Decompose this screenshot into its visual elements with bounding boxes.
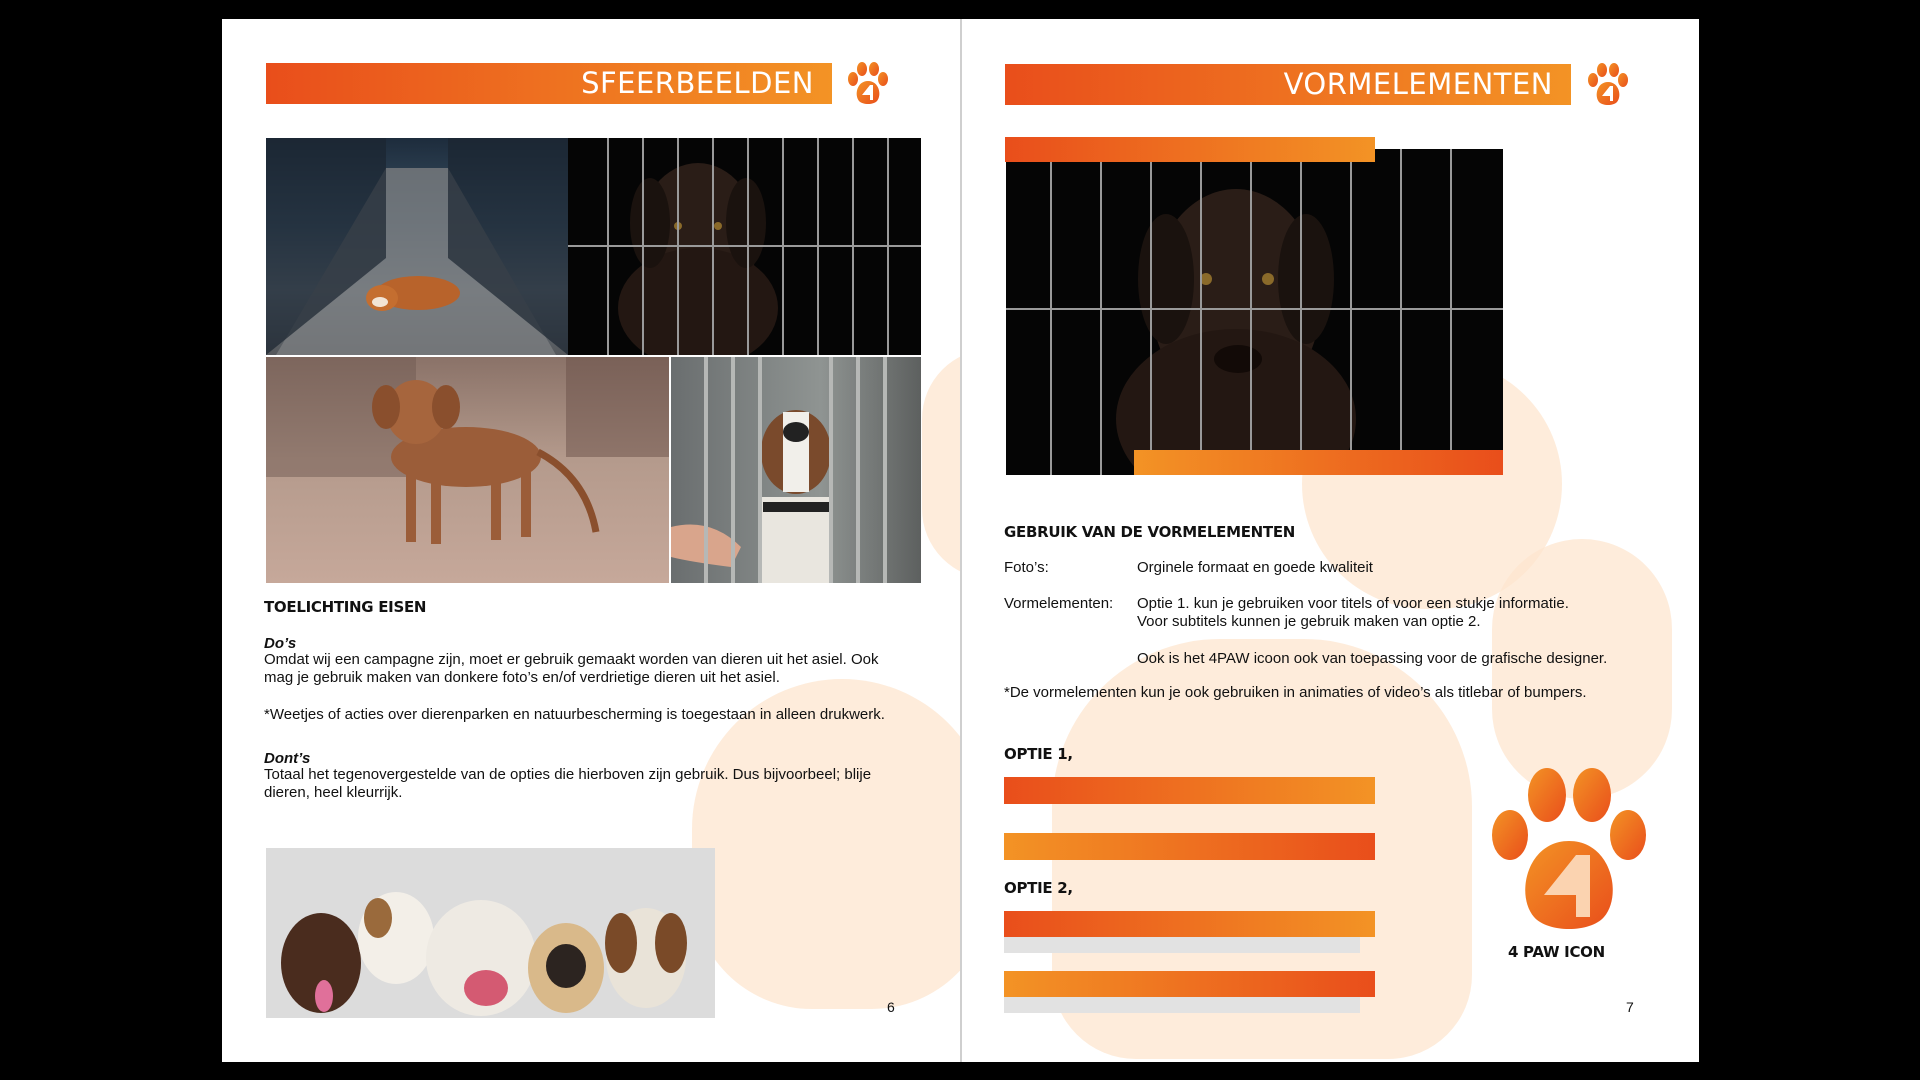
paw-icon	[848, 62, 888, 104]
note-text: *Weetjes of acties over dierenparken en …	[264, 706, 885, 723]
paw-background-shape	[922, 349, 960, 579]
paw-background-shape	[692, 679, 960, 1009]
dos-text-line: Omdat wij een campagne zijn, moet er geb…	[264, 651, 879, 668]
option2-bar-b-shadow	[1004, 997, 1360, 1013]
elements-value-line: Voor subtitels kunnen je gebruik maken v…	[1137, 613, 1481, 630]
option1-bar-b	[1004, 833, 1375, 860]
photos-value: Orginele formaat en goede kwaliteit	[1137, 559, 1373, 576]
icon-caption: 4 PAW ICON	[1508, 943, 1605, 961]
paw-icon	[1588, 63, 1628, 105]
section-heading: TOELICHTING EISEN	[264, 598, 427, 616]
photo-dog-in-kennel	[671, 357, 921, 583]
elements-label: Vormelementen:	[1004, 595, 1114, 612]
paw-background-shape	[1492, 539, 1672, 799]
large-paw-icon	[1492, 768, 1646, 929]
photo-group-of-puppies	[266, 848, 715, 1018]
photo-dog-on-road	[266, 138, 568, 355]
option2-label: OPTIE 2,	[1004, 879, 1073, 897]
option2-bar-a-shadow	[1004, 937, 1360, 953]
page-number: 6	[887, 999, 895, 1015]
page-title: SFEERBEELDEN	[581, 66, 814, 100]
option2-bar-b	[1004, 971, 1375, 997]
shape-bar-top	[1005, 137, 1375, 162]
elements-value-line: Ook is het 4PAW icoon ook van toepassing…	[1137, 650, 1608, 667]
page-title: VORMELEMENTEN	[1283, 67, 1553, 101]
page-number: 7	[1626, 999, 1634, 1015]
section-heading: GEBRUIK VAN DE VORMELEMENTEN	[1004, 523, 1296, 541]
donts-text-line: dieren, heel kleurrijk.	[264, 784, 403, 801]
option1-label: OPTIE 1,	[1004, 745, 1073, 763]
photos-label: Foto’s:	[1004, 559, 1049, 576]
elements-value-line: Optie 1. kun je gebruiken voor titels of…	[1137, 595, 1569, 612]
option1-bar-a	[1004, 777, 1375, 804]
right-page: VORMELEMENTEN GEBRUIK VAN DE VORMELEMENT…	[962, 19, 1699, 1062]
footnote: *De vormelementen kun je ook gebruiken i…	[1004, 684, 1587, 701]
page-title-bar: SFEERBEELDEN	[266, 63, 832, 104]
dos-text-line: mag je gebruik maken van donkere foto’s …	[264, 669, 780, 686]
photo-dog-behind-bars	[568, 138, 921, 355]
photo-thin-puppy	[266, 357, 669, 583]
photo-dog-behind-bars-framed	[1006, 149, 1503, 475]
shape-bar-bottom	[1134, 450, 1503, 475]
page-title-bar: VORMELEMENTEN	[1005, 64, 1571, 105]
left-page: SFEERBEELDEN TOELICHTING EISEN Do’s Omda…	[222, 19, 960, 1062]
donts-text-line: Totaal het tegenovergestelde van de opti…	[264, 766, 872, 783]
option2-bar-a	[1004, 911, 1375, 937]
